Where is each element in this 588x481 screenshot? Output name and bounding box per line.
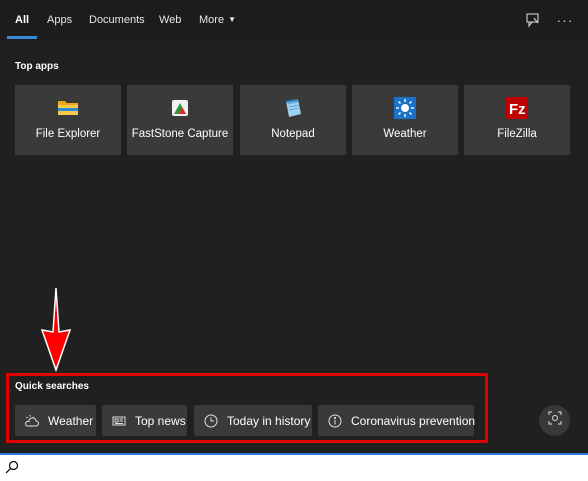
annotation-highlight-box bbox=[6, 373, 488, 443]
weather-app-icon bbox=[394, 97, 416, 119]
tab-more-label: More bbox=[199, 14, 225, 26]
active-tab-indicator bbox=[7, 36, 37, 39]
feedback-icon[interactable] bbox=[523, 10, 543, 30]
app-tile-weather[interactable]: Weather bbox=[352, 85, 458, 155]
tab-more[interactable]: More ▼ bbox=[199, 0, 236, 40]
more-options-icon[interactable]: ··· bbox=[555, 10, 575, 30]
app-tile-notepad[interactable]: Notepad bbox=[240, 85, 346, 155]
search-input[interactable] bbox=[24, 457, 578, 479]
app-tile-label: File Explorer bbox=[35, 128, 101, 140]
annotation-arrow bbox=[40, 287, 72, 372]
file-explorer-icon bbox=[57, 97, 79, 119]
tab-web[interactable]: Web bbox=[159, 0, 181, 40]
camera-scan-icon bbox=[547, 410, 563, 431]
app-tile-label: FastStone Capture bbox=[131, 128, 229, 140]
filezilla-icon: Fz bbox=[506, 97, 528, 119]
app-tile-label: Notepad bbox=[271, 128, 315, 140]
tab-apps[interactable]: Apps bbox=[47, 0, 72, 40]
search-bar bbox=[0, 453, 588, 481]
app-tile-label: FileZilla bbox=[497, 128, 537, 140]
tab-all[interactable]: All bbox=[15, 0, 29, 40]
search-icon bbox=[5, 460, 19, 474]
app-tile-faststone-capture[interactable]: FastStone Capture bbox=[127, 85, 233, 155]
app-tile-label: Weather bbox=[383, 128, 427, 140]
app-tile-filezilla[interactable]: Fz FileZilla bbox=[464, 85, 570, 155]
chevron-down-icon: ▼ bbox=[228, 15, 236, 24]
notepad-icon bbox=[282, 97, 304, 119]
top-apps-heading: Top apps bbox=[15, 61, 59, 72]
visual-search-button[interactable] bbox=[539, 405, 570, 436]
app-tile-file-explorer[interactable]: File Explorer bbox=[15, 85, 121, 155]
faststone-capture-icon bbox=[169, 97, 191, 119]
svg-text:Fz: Fz bbox=[509, 101, 526, 118]
tab-documents[interactable]: Documents bbox=[89, 0, 145, 40]
search-scope-tabbar: All Apps Documents Web More ▼ ··· bbox=[0, 0, 588, 40]
